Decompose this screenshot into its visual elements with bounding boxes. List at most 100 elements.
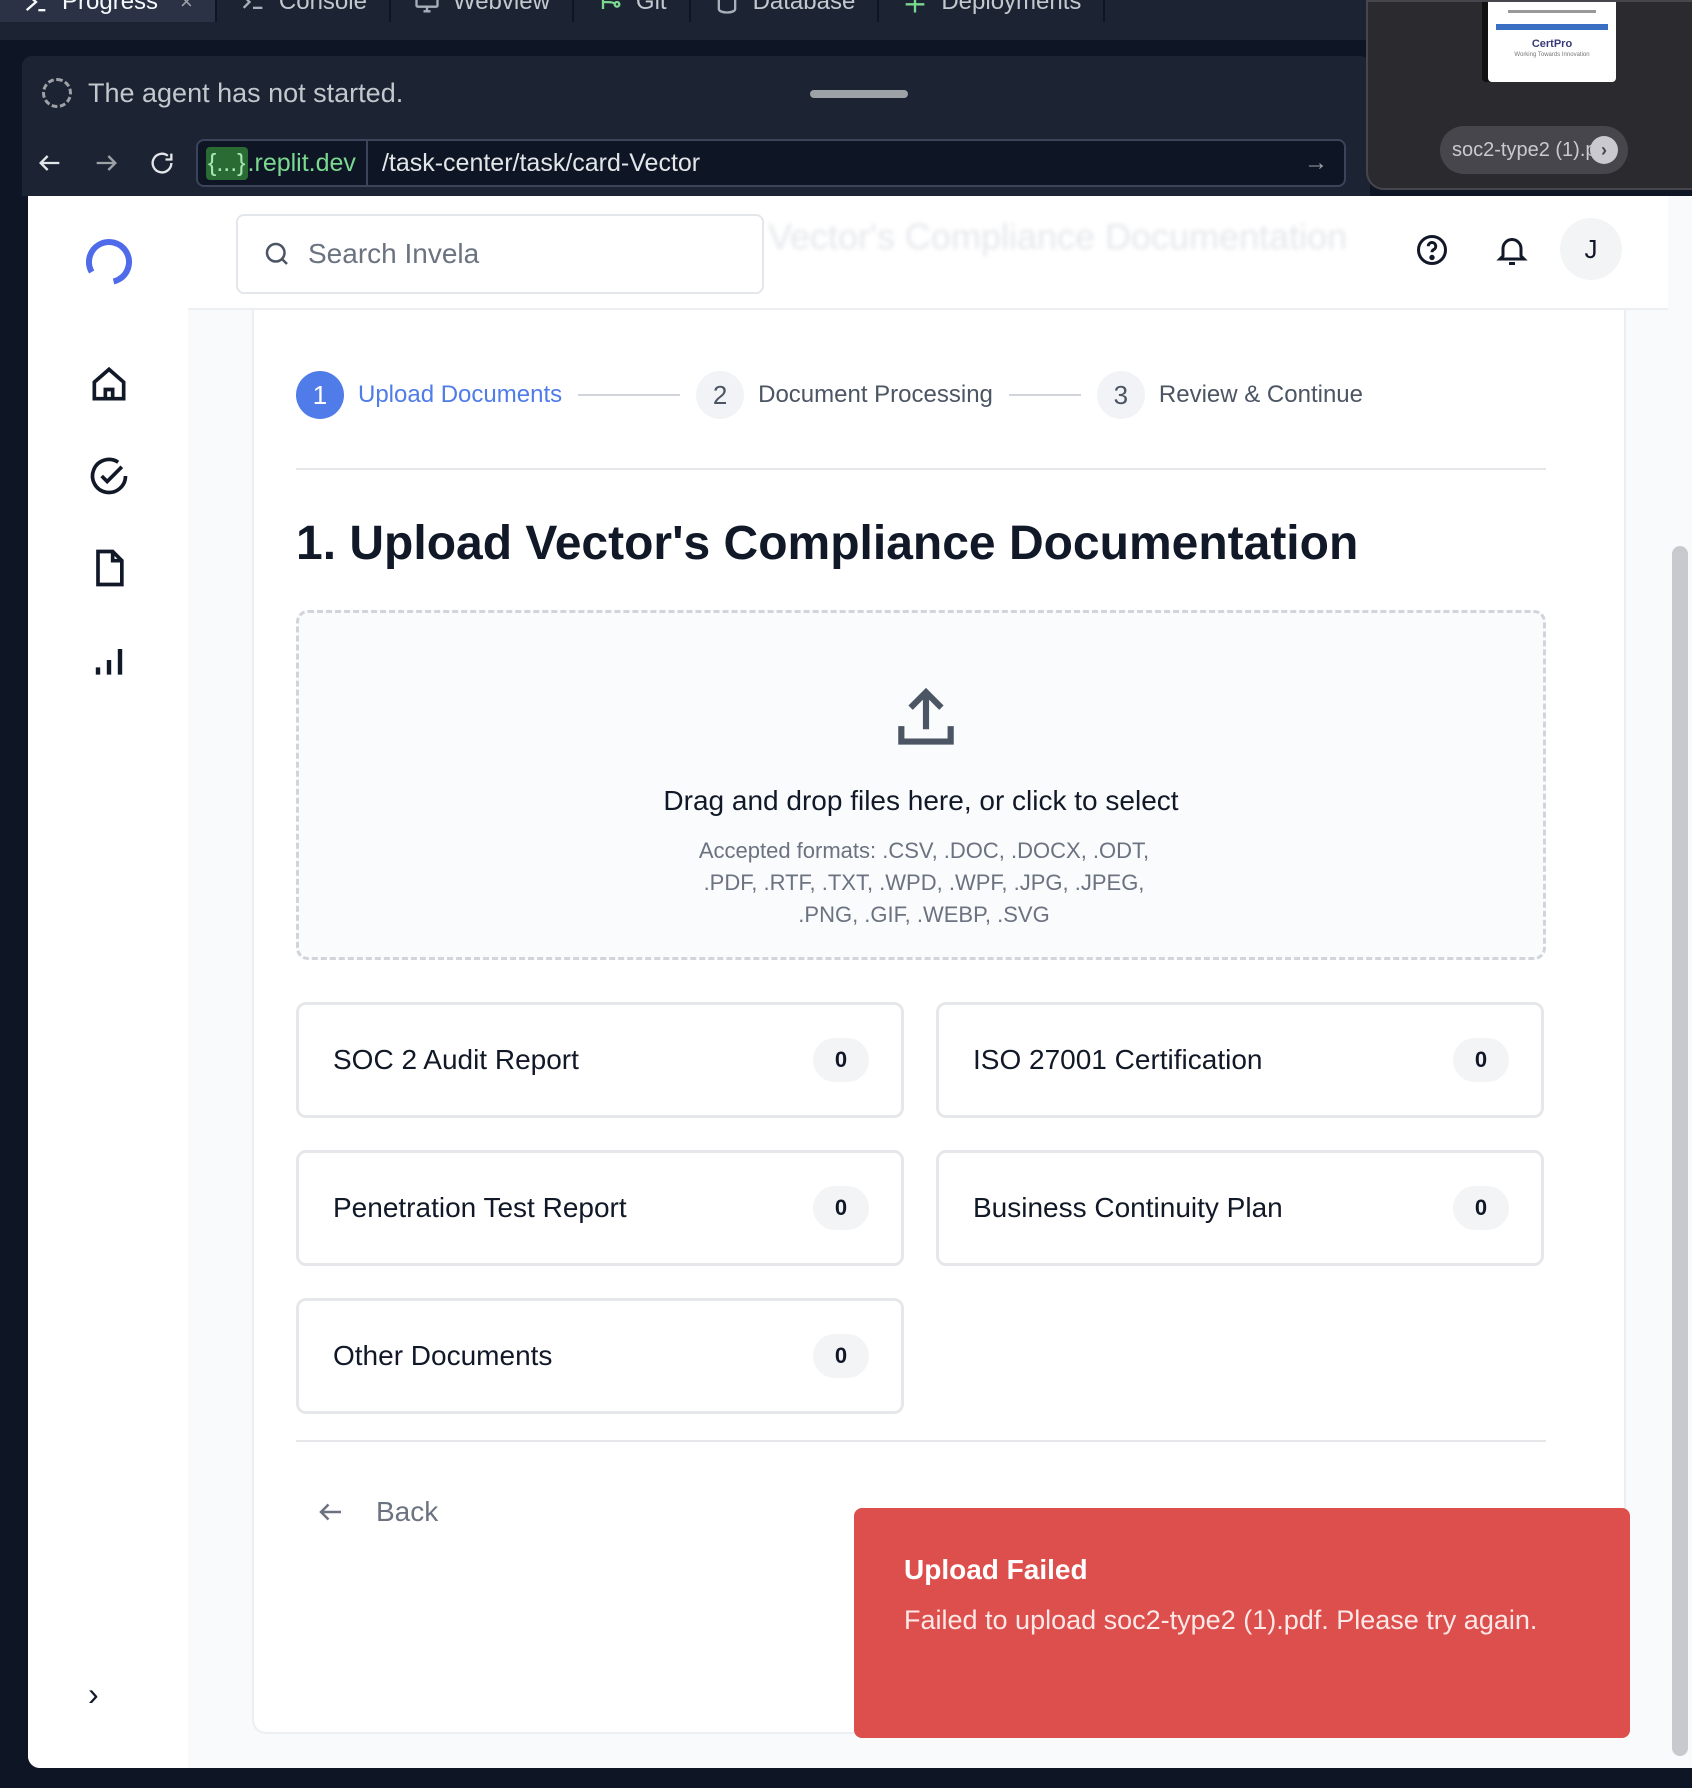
avatar[interactable]: J [1560,218,1622,280]
chevron-right-icon[interactable]: › [1590,136,1618,164]
search-input[interactable]: Search Invela [236,214,764,294]
spinner-icon [42,78,72,108]
step-1-label: Upload Documents [358,381,563,408]
divider [296,468,1546,470]
sidebar-item-home[interactable] [87,362,131,406]
search-icon [265,242,288,265]
footer-divider [296,1440,1546,1442]
help-icon [1417,235,1447,265]
back-label: Back [376,1496,439,1527]
tab-label: Deployments [941,0,1082,15]
tab-label: Progress [62,0,159,15]
console-icon [242,0,263,9]
file-icon [96,549,124,587]
agent-status-text: The agent has not started. [88,77,404,108]
file-dropzone[interactable]: Drag and drop files here, or click to se… [296,610,1546,960]
step-2-label: Document Processing [758,381,993,408]
url-bar-row: {...} .replit.dev /task-center/task/card… [22,130,1370,196]
category-bcp[interactable]: Business Continuity Plan 0 [936,1150,1544,1266]
error-toast[interactable]: Upload Failed Failed to upload soc2-type… [854,1508,1630,1738]
reload-icon [151,152,173,174]
tab-deployments[interactable]: Deployments [879,0,1106,22]
go-arrow-icon[interactable]: → [1304,149,1344,177]
stepper: 1 Upload Documents 2 Document Processing… [296,370,1363,420]
toast-message: Failed to upload soc2-type2 (1).pdf. Ple… [904,1605,1538,1635]
arrow-left-icon [319,1503,341,1521]
tab-webview[interactable]: Webview [391,0,574,22]
tasks-icon [90,457,128,495]
back-nav-button[interactable] [22,135,78,191]
upload-icon [898,687,954,745]
ide-tab-bar: Progress × Console Webview Git Database … [0,0,1370,40]
tab-database[interactable]: Database [691,0,880,22]
arrow-right-icon [96,155,117,171]
step-connector [578,394,681,396]
scrollbar-thumb[interactable] [1672,546,1688,1756]
tab-label: Database [752,0,856,15]
category-iso27001[interactable]: ISO 27001 Certification 0 [936,1002,1544,1118]
count-badge: 0 [813,1334,869,1378]
step-3-label: Review & Continue [1158,381,1363,408]
count-badge: 0 [813,1038,869,1082]
dropzone-instruction: Drag and drop files here, or click to se… [663,785,1179,816]
url-field[interactable]: {...} .replit.dev /task-center/task/card… [196,139,1346,187]
agent-status-bar: The agent has not started. [22,56,1370,130]
tab-label: Console [278,0,367,15]
file-preview-popover: CertPro Working Towards Innovation soc2-… [1366,0,1692,190]
thumb-text-line [1508,10,1596,13]
thumb-logo: CertPro [1531,38,1573,50]
insights-icon [95,649,123,675]
toast-title: Upload Failed [904,1554,1088,1585]
thumb-band [1496,24,1608,30]
thumb-subtitle: Working Towards Innovation [1514,52,1590,58]
database-icon [717,0,736,14]
pdf-thumbnail[interactable]: CertPro Working Towards Innovation [1488,2,1616,82]
count-badge: 0 [1453,1038,1509,1082]
tab-label: Git [635,0,667,15]
progress-icon [25,0,46,12]
tab-progress[interactable]: Progress × [0,0,217,22]
url-host-tag: {...} [206,146,248,180]
chevron-right-icon[interactable]: › [88,1676,99,1713]
url-host-domain: .replit.dev [247,148,356,177]
file-chip[interactable]: soc2-type2 (1).pdf › [1440,126,1628,174]
back-button[interactable]: Back [316,1482,438,1542]
sidebar-item-files[interactable] [87,546,131,590]
category-name: Penetration Test Report [333,1192,627,1223]
step-1-number: 1 [296,371,344,419]
category-pentest[interactable]: Penetration Test Report 0 [296,1150,904,1266]
step-3-number: 3 [1096,371,1145,419]
url-path: /task-center/task/card-Vector [381,148,701,177]
git-icon [601,0,621,9]
ghost-page-title: Vector's Compliance Documentation [768,216,1348,257]
sidebar-item-insights[interactable] [87,638,131,682]
help-button[interactable] [1414,232,1450,268]
url-host: {...} .replit.dev [198,141,368,185]
category-soc2[interactable]: SOC 2 Audit Report 0 [296,1002,904,1118]
category-other[interactable]: Other Documents 0 [296,1298,904,1414]
category-name: Other Documents [333,1340,553,1371]
drag-handle[interactable] [810,90,908,98]
category-name: Business Continuity Plan [973,1192,1283,1223]
deployments-icon [905,0,925,13]
count-badge: 0 [813,1186,869,1230]
category-name: ISO 27001 Certification [973,1044,1263,1075]
monitor-icon [415,0,439,13]
tab-label: Webview [452,0,550,15]
notifications-button[interactable] [1494,232,1530,268]
sidebar: › [28,196,188,1768]
close-icon[interactable]: × [180,0,193,15]
step-connector [1008,394,1081,396]
top-bar: Vector's Compliance Documentation Search… [188,196,1692,310]
count-badge: 0 [1453,1186,1509,1230]
bell-icon [1496,238,1528,265]
forward-nav-button[interactable] [78,135,134,191]
tab-git[interactable]: Git [574,0,691,22]
page-title: 1. Upload Vector's Compliance Documentat… [296,517,1359,570]
invela-logo[interactable] [83,236,135,288]
reload-button[interactable] [134,135,190,191]
tab-console[interactable]: Console [217,0,391,22]
sidebar-item-tasks[interactable] [87,454,131,498]
step-2-number: 2 [696,371,745,419]
search-placeholder: Search Invela [308,238,480,269]
